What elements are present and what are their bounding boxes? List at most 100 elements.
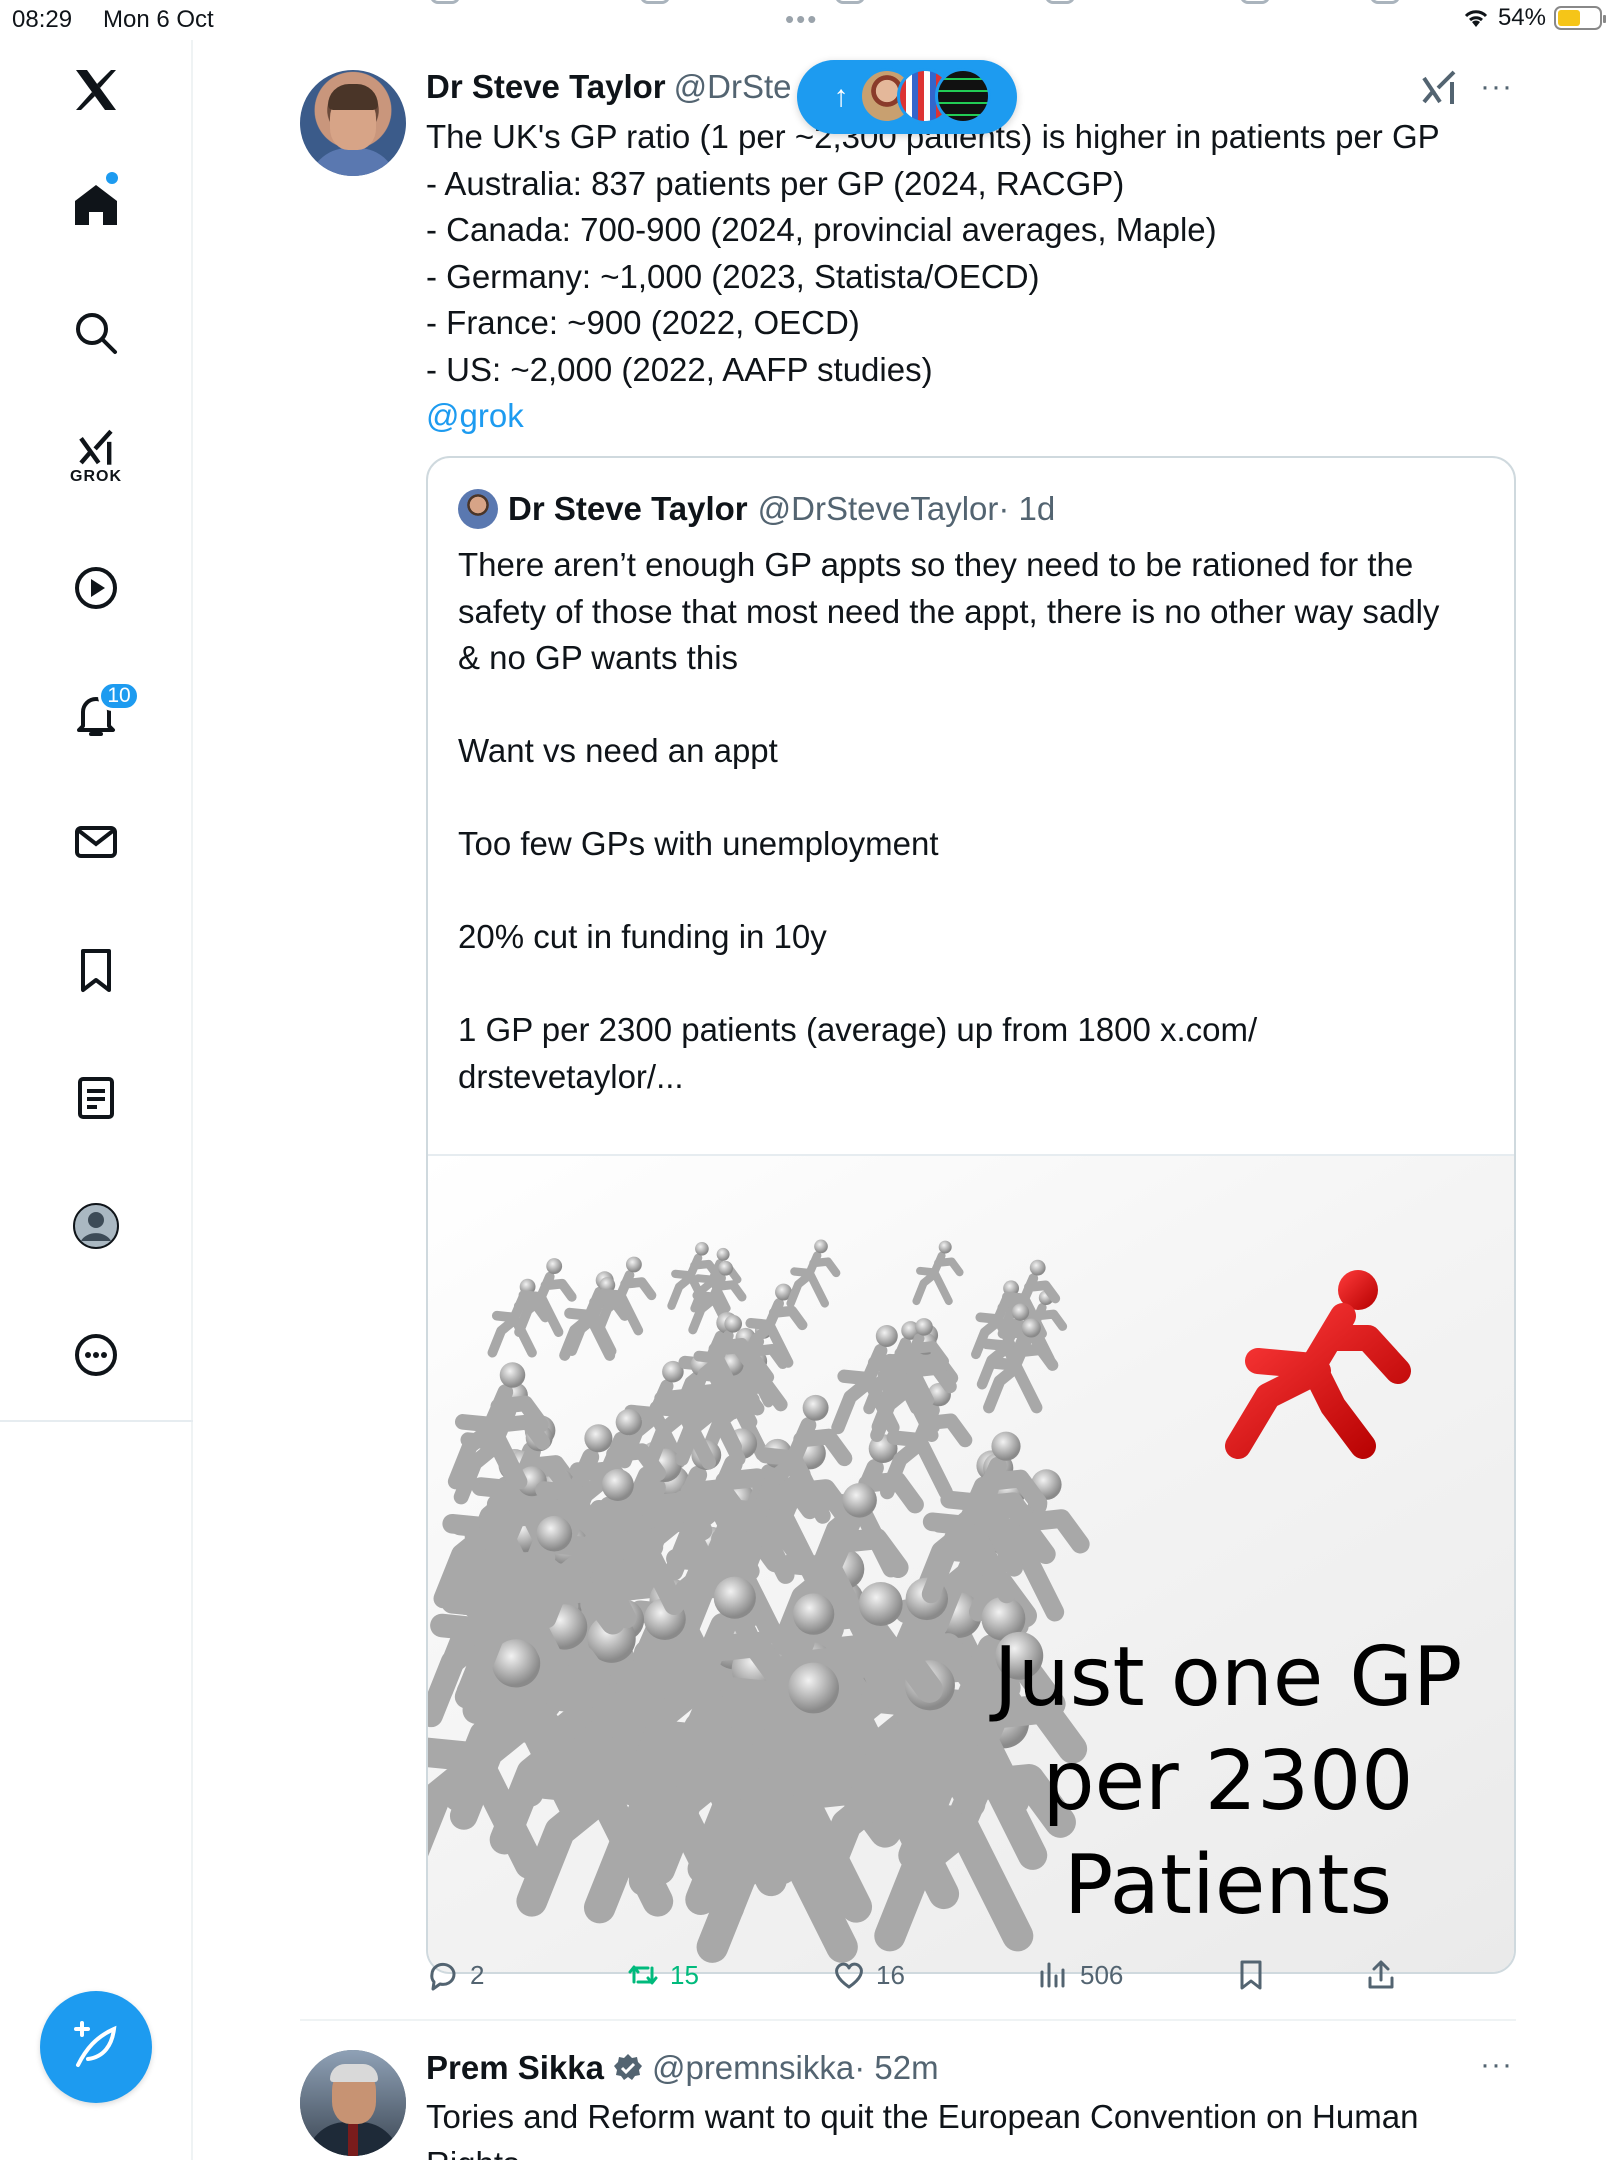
reply-count: 2	[470, 1959, 485, 1990]
sidebar-item-bookmarks[interactable]	[56, 930, 136, 1010]
status-right: 54%	[1462, 4, 1606, 32]
quoted-author-name: Dr Steve Taylor	[508, 490, 748, 527]
sidebar-item-explore[interactable]	[56, 293, 136, 373]
battery-percent: 54%	[1497, 4, 1546, 31]
envelope-icon	[75, 826, 117, 858]
compose-feather-icon	[74, 2021, 117, 2067]
next-tweet-line: Rights	[426, 2141, 1516, 2160]
quoted-line: 20% cut in funding in 10y	[458, 918, 827, 955]
tweet-separator	[300, 2019, 1516, 2021]
grey-runner-figure	[912, 1240, 964, 1306]
quoted-line: Want vs need an appt	[458, 732, 778, 769]
multitasking-dots[interactable]: •••	[785, 4, 818, 35]
like-count: 16	[876, 1959, 905, 1990]
next-timestamp: · 52m	[854, 2049, 939, 2086]
more-circle-icon	[75, 1334, 117, 1376]
share-button[interactable]	[1364, 1950, 1398, 2000]
grok-icon[interactable]	[1420, 68, 1460, 108]
quoted-line: 1 GP per 2300 patients (average) up from…	[458, 1011, 1258, 1048]
compose-button[interactable]	[40, 1991, 152, 2103]
next-tweet-header: Prem Sikka @premnsikka · 52m	[426, 2048, 939, 2088]
tweet-line: - Canada: 700-900 (2024, provincial aver…	[426, 211, 1217, 248]
quoted-line: There aren’t enough GP appts so they nee…	[458, 546, 1414, 583]
bookmark-icon	[1240, 1960, 1262, 1990]
like-button[interactable]: 16	[832, 1950, 905, 2000]
tweet-line: - Australia: 837 patients per GP (2024, …	[426, 164, 1125, 202]
sidebar: GROK 10	[0, 40, 193, 2160]
sidebar-item-more[interactable]	[56, 1315, 136, 1395]
share-icon	[1368, 1960, 1394, 1989]
new-posts-pill[interactable]: ↑	[797, 60, 1017, 134]
quoted-line: safety of those that most need the appt,…	[458, 592, 1440, 630]
sidebar-item-videos[interactable]	[56, 548, 136, 628]
document-icon	[78, 1077, 114, 1119]
caption-line: Just one GP	[993, 1630, 1463, 1725]
sidebar-item-home[interactable]	[56, 164, 136, 244]
bookmark-icon	[81, 949, 111, 992]
views-count: 506	[1080, 1959, 1124, 1990]
wifi-icon	[1464, 10, 1488, 27]
battery-level	[1558, 10, 1580, 26]
quoted-line: & no GP wants this	[458, 639, 739, 676]
tweet-line: - France: ~900 (2022, OECD)	[426, 304, 860, 341]
views-chart-icon	[1040, 1962, 1065, 1988]
caption-line: per 2300	[1042, 1734, 1414, 1829]
sidebar-item-profile[interactable]	[56, 1186, 136, 1266]
quoted-tweet[interactable]: Dr Steve Taylor @DrSteveTaylor · 1d Ther…	[426, 456, 1516, 1974]
quoted-tweet-header: Dr Steve Taylor @DrSteveTaylor · 1d	[458, 486, 1055, 532]
tweet-text: The UK's GP ratio (1 per ~2,300 patients…	[426, 114, 1516, 440]
repost-icon	[628, 1965, 658, 1985]
repost-button[interactable]: 15	[626, 1950, 699, 2000]
red-runner-figure	[1225, 1270, 1411, 1459]
next-author-handle[interactable]: @premnsikka	[652, 2049, 854, 2087]
sidebar-item-notifications[interactable]: 10	[56, 675, 140, 755]
views-button[interactable]: 506	[1036, 1950, 1123, 2000]
tweet-actions: 2 15 16 506	[426, 1950, 1516, 2000]
verified-badge-icon	[613, 2054, 642, 2080]
reply-button[interactable]: 2	[426, 1950, 484, 2000]
avatar[interactable]	[300, 70, 406, 176]
grok-label: GROK	[70, 468, 122, 485]
pill-avatar	[935, 68, 991, 124]
quoted-line: drstevetaylor/...	[458, 1057, 684, 1095]
grey-runner-figure	[786, 1239, 841, 1308]
next-tweet-line: Tories and Reform want to quit the Europ…	[426, 2098, 1419, 2135]
play-icon	[75, 567, 117, 609]
search-icon	[76, 313, 117, 354]
profile-icon	[73, 1203, 119, 1249]
grok-mention-link[interactable]: @grok	[426, 393, 1516, 440]
quoted-line: Too few GPs with unemployment	[458, 825, 939, 862]
reply-icon	[430, 1962, 456, 1991]
x-logo-icon[interactable]	[56, 50, 136, 130]
bookmark-button[interactable]	[1234, 1950, 1268, 2000]
status-bar: 08:29 Mon 6 Oct ••• 54%	[0, 0, 1620, 40]
status-time: 08:29	[12, 6, 73, 33]
notifications-badge: 10	[98, 681, 140, 711]
quoted-tweet-text: There aren’t enough GP appts so they nee…	[458, 542, 1498, 1100]
sidebar-item-articles[interactable]	[56, 1058, 136, 1138]
next-author-name[interactable]: Prem Sikka	[426, 2049, 604, 2087]
tweet-line: - Germany: ~1,000 (2023, Statista/OECD)	[426, 257, 1040, 295]
heart-icon	[835, 1962, 863, 1989]
next-tweet-avatar[interactable]	[300, 2050, 406, 2156]
grok-icon	[79, 429, 113, 465]
arrow-up-icon: ↑	[833, 80, 849, 113]
next-tweet-text: Tories and Reform want to quit the Europ…	[426, 2094, 1516, 2160]
author-handle[interactable]: @DrSte	[674, 68, 792, 105]
quoted-author-handle: @DrSteveTaylor	[757, 490, 999, 527]
sidebar-item-messages[interactable]	[56, 802, 136, 882]
repost-count: 15	[670, 1959, 699, 1990]
more-options-icon[interactable]: ···	[1480, 70, 1513, 104]
author-name[interactable]: Dr Steve Taylor	[426, 68, 666, 105]
quoted-image[interactable]: Just one GP per 2300 Patients	[428, 1154, 1514, 1972]
tweet-line: - US: ~2,000 (2022, AAFP studies)	[426, 350, 933, 388]
quoted-avatar	[458, 489, 498, 529]
caption-line: Patients	[1063, 1838, 1393, 1933]
next-more-options-icon[interactable]: ···	[1480, 2048, 1513, 2082]
home-icon	[75, 185, 117, 225]
sidebar-divider	[0, 1420, 193, 1422]
home-unread-dot	[106, 172, 118, 184]
sidebar-item-grok[interactable]: GROK	[56, 416, 136, 496]
image-caption: Just one GP per 2300 Patients	[958, 1626, 1498, 1938]
quoted-timestamp: · 1d	[998, 490, 1056, 527]
